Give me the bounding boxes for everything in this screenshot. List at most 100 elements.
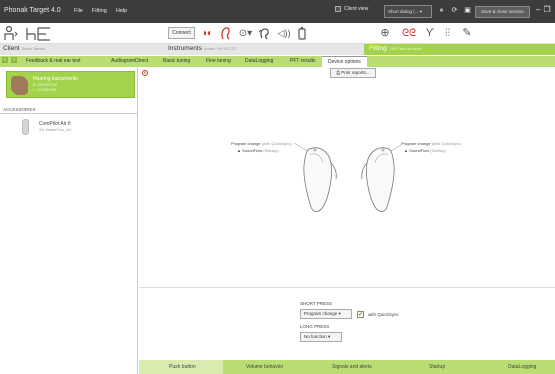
tab-pft-results[interactable]: PFT results	[290, 56, 315, 67]
right-soundflow-label: ▲ SoundFlow (Startup)	[404, 148, 446, 153]
save-close-button[interactable]: Save & close session	[475, 6, 530, 18]
tools-icon[interactable]: ✎	[460, 26, 474, 41]
fitting-situation: Off Cadx situation	[390, 46, 423, 51]
print-reports-button[interactable]: ⎙ Print reports...	[330, 68, 376, 78]
dialog-select-value: Short dialog (...	[388, 9, 419, 14]
btab-push-button[interactable]: Push button	[139, 360, 223, 374]
btab-signals-alerts[interactable]: Signals and alerts	[332, 360, 372, 374]
btab-startup[interactable]: Startup	[429, 360, 445, 374]
left-panel: Hearing instruments R: 1847857096 L: 164…	[0, 67, 138, 374]
short-press-select[interactable]: Program change ▾	[300, 309, 352, 319]
remote-control-icon[interactable]: ⊙▾	[238, 26, 253, 41]
print-reports-label: Print reports...	[341, 70, 370, 75]
connect-button[interactable]: Connect	[168, 27, 195, 39]
right-soundflow: SoundFlow	[409, 148, 430, 153]
menu-help[interactable]: Help	[116, 8, 127, 14]
window-controls: – ❐	[536, 5, 551, 14]
feedback-icon[interactable]: ᘓᘓ	[400, 26, 418, 41]
left-program-sub: (with QuickSync)	[261, 141, 292, 146]
quicksync-checkbox[interactable]: ✔	[357, 311, 364, 318]
sliders-icon[interactable]: ⫶⫶	[440, 26, 455, 41]
client-icon[interactable]	[4, 25, 18, 41]
client-view-checkbox[interactable]	[335, 6, 341, 12]
restore-icon[interactable]: ❐	[543, 5, 550, 14]
sync-icon[interactable]: ⟳	[450, 5, 459, 16]
long-press-heading: LONG PRESS	[300, 324, 330, 329]
ear-left-right-icon[interactable]: ◑◐	[200, 26, 214, 41]
accessories-divider	[0, 113, 137, 114]
long-press-select[interactable]: No function ▾	[300, 332, 342, 342]
tab-datalogging[interactable]: DataLogging	[245, 56, 273, 67]
right-program-sub: (with QuickSync)	[431, 141, 462, 146]
quicksync-label: with QuickSync	[368, 312, 399, 317]
instruments-model: Audéo YM 90-13T	[203, 46, 237, 51]
menu-file[interactable]: File	[74, 8, 83, 14]
client-view-toggle[interactable]: Client view	[335, 6, 368, 12]
dialog-select[interactable]: Short dialog (... ▾	[384, 5, 432, 18]
left-soundflow-sub: (Startup)	[263, 148, 279, 153]
hearing-instruments-card[interactable]: Hearing instruments R: 1847857096 L: 164…	[6, 71, 135, 98]
bottom-tabs: Push button Volume behavior Signals and …	[139, 360, 555, 374]
left-program-change-label: Program change (with QuickSync)	[231, 141, 292, 146]
accessory-serial: SN: MasterCom_0x2	[39, 128, 72, 132]
tab-basic-tuning[interactable]: Basic tuning	[163, 56, 190, 67]
accessories-heading: ACCESSORIES	[3, 107, 36, 112]
instruments-label: Instruments	[168, 45, 202, 52]
tab-scroll-right-icon[interactable]: ›	[11, 57, 17, 63]
tab-feedback-real-ear[interactable]: Feedback & real ear test	[26, 56, 80, 67]
tab-device-options[interactable]: Device options	[322, 56, 367, 67]
left-soundflow: SoundFlow	[242, 148, 263, 153]
context-header: Client Smith James Instruments Audéo YM 90…	[0, 44, 555, 55]
fitting-title: Fitting Off Cadx situation	[369, 45, 422, 52]
save-icon[interactable]: ▣	[463, 5, 472, 16]
accessory-item[interactable]: ComPilot Air II SN: MasterCom_0x2	[6, 118, 135, 138]
right-program-change-label: Program change (with QuickSync)	[401, 141, 462, 146]
client-label: Client	[3, 45, 20, 52]
tuning-fork-icon[interactable]: ϒ	[425, 26, 435, 41]
hearing-instruments-title: Hearing instruments	[33, 76, 78, 82]
chevron-down-icon: ▾	[338, 311, 341, 316]
client-section[interactable]: Client Smith James	[3, 45, 45, 52]
btab-datalogging[interactable]: DataLogging	[508, 360, 536, 374]
short-press-heading: SHORT PRESS	[300, 301, 333, 306]
minimize-icon[interactable]: –	[536, 5, 540, 14]
section-divider	[139, 287, 555, 288]
fitting-label: Fitting	[369, 45, 387, 52]
accessory-name: ComPilot Air II	[39, 121, 71, 127]
right-serial: R: 1847857096	[33, 83, 57, 87]
hearing-aids-illustration	[293, 142, 405, 212]
instruments-section[interactable]: Instruments Audéo YM 90-13T	[168, 45, 236, 52]
printer-icon: ⎙	[336, 70, 341, 75]
fitting-tabs: ‹ › Feedback & real ear test AudiogramDi…	[0, 56, 555, 67]
device-options-panel: B ⎙ Print reports... Program change (wit…	[139, 67, 555, 360]
battery-icon[interactable]	[297, 26, 307, 41]
menu-bar: File Fitting Help	[74, 8, 127, 14]
right-soundflow-sub: (Startup)	[430, 148, 446, 153]
audiogram-icon[interactable]	[26, 26, 52, 41]
tab-scroll-left-icon[interactable]: ‹	[2, 57, 8, 63]
main-toolbar: Connect ◑◐ ⊙▾ ◁)) ⊕ ᘓᘓ ϒ ⫶⫶ ✎	[0, 23, 555, 44]
left-soundflow-label: ▲ SoundFlow (Startup)	[237, 148, 279, 153]
hearing-aid-icon[interactable]	[220, 26, 232, 41]
menu-fitting[interactable]: Fitting	[92, 8, 107, 14]
fitting-section[interactable]: Fitting Off Cadx situation	[364, 44, 555, 55]
short-press-value: Program change	[304, 311, 338, 316]
pause-icon[interactable]: ⏸	[437, 5, 446, 16]
app-title: Phonak Target 4.0	[4, 7, 61, 14]
tab-audiogramdirect[interactable]: AudiogramDirect	[111, 56, 148, 67]
left-serial: L: 1647857096	[33, 88, 57, 92]
title-bar: Phonak Target 4.0 File Fitting Help Clie…	[0, 0, 555, 23]
titlebar-icons: ⏸ ⟳ ▣	[437, 5, 472, 16]
chevron-down-icon: ▾	[328, 334, 331, 339]
long-press-value: No function	[304, 334, 327, 339]
client-view-label: Client view	[344, 6, 369, 12]
tab-fine-tuning[interactable]: Fine tuning	[206, 56, 231, 67]
target-icon[interactable]: ⊕	[378, 26, 392, 41]
client-name: Smith James	[21, 46, 45, 51]
sound-icon[interactable]: ◁))	[277, 26, 291, 41]
ear-icon[interactable]	[258, 26, 272, 41]
binaural-marker-icon: B	[142, 70, 148, 76]
btab-volume-behavior[interactable]: Volume behavior	[246, 360, 283, 374]
tab-scroll-arrows: ‹ ›	[2, 57, 17, 63]
hearing-aid-image	[11, 76, 28, 95]
